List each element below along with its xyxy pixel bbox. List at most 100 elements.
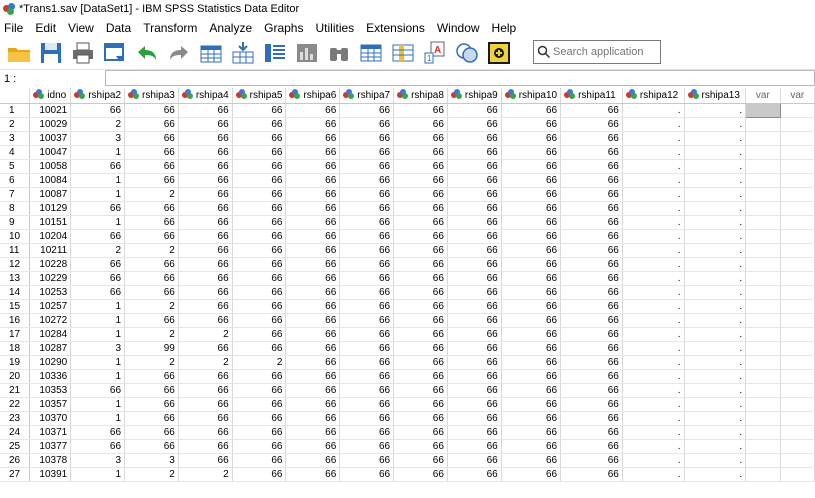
data-cell[interactable]: 1 (70, 369, 126, 384)
data-cell[interactable]: . (684, 355, 747, 370)
data-cell[interactable]: 66 (124, 271, 179, 286)
data-cell[interactable]: 66 (178, 425, 233, 440)
column-header-rshipa2[interactable]: rshipa2 (70, 88, 126, 104)
data-cell[interactable]: 66 (178, 229, 233, 244)
data-cell[interactable]: 10336 (29, 369, 72, 384)
data-cell[interactable]: 66 (339, 103, 395, 118)
data-cell[interactable]: . (684, 257, 747, 272)
empty-cell[interactable] (745, 131, 781, 146)
data-cell[interactable]: 66 (178, 117, 233, 132)
data-cell[interactable]: 66 (339, 173, 395, 188)
empty-cell[interactable] (780, 145, 815, 160)
data-cell[interactable]: . (622, 271, 685, 286)
data-cell[interactable]: 66 (232, 229, 287, 244)
empty-cell[interactable] (780, 173, 815, 188)
data-cell[interactable]: 10204 (29, 229, 72, 244)
empty-variable-header[interactable]: var (780, 88, 815, 104)
data-cell[interactable]: . (684, 145, 747, 160)
data-cell[interactable]: 66 (393, 131, 448, 146)
data-cell[interactable]: 1 (70, 187, 126, 202)
data-cell[interactable]: 66 (393, 383, 448, 398)
data-cell[interactable]: . (684, 383, 747, 398)
empty-cell[interactable] (780, 229, 815, 244)
data-cell[interactable]: . (684, 439, 747, 454)
empty-cell[interactable] (780, 341, 815, 356)
data-cell[interactable]: 66 (232, 327, 287, 342)
empty-cell[interactable] (745, 173, 781, 188)
data-cell[interactable]: 99 (124, 341, 179, 356)
data-cell[interactable]: 10151 (29, 215, 72, 230)
data-cell[interactable]: 66 (560, 257, 623, 272)
data-cell[interactable]: 66 (447, 285, 502, 300)
data-cell[interactable]: 66 (501, 439, 562, 454)
empty-cell[interactable] (780, 411, 815, 426)
data-cell[interactable]: 66 (339, 285, 395, 300)
data-cell[interactable]: 10377 (29, 439, 72, 454)
data-cell[interactable]: 66 (70, 257, 126, 272)
column-header-idno[interactable]: idno (29, 88, 72, 104)
data-cell[interactable]: 66 (501, 243, 562, 258)
data-cell[interactable]: . (622, 439, 685, 454)
data-cell[interactable]: 66 (447, 257, 502, 272)
data-cell[interactable]: 66 (393, 397, 448, 412)
data-cell[interactable]: 66 (339, 257, 395, 272)
data-cell[interactable]: 66 (560, 285, 623, 300)
data-cell[interactable]: 66 (70, 271, 126, 286)
data-cell[interactable]: . (622, 257, 685, 272)
empty-cell[interactable] (780, 355, 815, 370)
column-header-rshipa9[interactable]: rshipa9 (447, 88, 502, 104)
search-box[interactable] (533, 40, 661, 64)
data-cell[interactable]: 10211 (29, 243, 72, 258)
data-cell[interactable]: 66 (285, 103, 341, 118)
data-cell[interactable]: 66 (285, 215, 341, 230)
data-cell[interactable]: 66 (393, 299, 448, 314)
data-cell[interactable]: 66 (285, 453, 341, 468)
empty-cell[interactable] (780, 187, 815, 202)
data-cell[interactable]: 10378 (29, 453, 72, 468)
data-cell[interactable]: 66 (232, 243, 287, 258)
data-cell[interactable]: . (622, 131, 685, 146)
data-cell[interactable]: . (622, 215, 685, 230)
data-cell[interactable]: 66 (232, 215, 287, 230)
data-cell[interactable]: 66 (339, 299, 395, 314)
data-cell[interactable]: 10029 (29, 117, 72, 132)
data-cell[interactable]: 66 (501, 355, 562, 370)
data-cell[interactable]: 66 (447, 425, 502, 440)
row-number[interactable]: 22 (0, 397, 31, 412)
data-cell[interactable]: . (684, 285, 747, 300)
row-number[interactable]: 20 (0, 369, 31, 384)
data-cell[interactable]: 66 (232, 467, 287, 482)
row-number[interactable]: 6 (0, 173, 31, 188)
data-cell[interactable]: 1 (70, 467, 126, 482)
data-cell[interactable]: . (684, 397, 747, 412)
data-cell[interactable]: 66 (285, 355, 341, 370)
data-cell[interactable]: 66 (178, 201, 233, 216)
data-cell[interactable]: 66 (393, 103, 448, 118)
data-cell[interactable]: 66 (285, 173, 341, 188)
row-number[interactable]: 21 (0, 383, 31, 398)
data-cell[interactable]: 2 (124, 243, 179, 258)
data-cell[interactable]: . (622, 145, 685, 160)
data-cell[interactable]: 66 (285, 299, 341, 314)
empty-cell[interactable] (780, 327, 815, 342)
data-cell[interactable]: 66 (560, 131, 623, 146)
data-cell[interactable]: 66 (447, 145, 502, 160)
data-cell[interactable]: 10257 (29, 299, 72, 314)
data-cell[interactable]: . (622, 341, 685, 356)
empty-cell[interactable] (780, 131, 815, 146)
data-cell[interactable]: 66 (393, 467, 448, 482)
menu-data[interactable]: Data (100, 21, 137, 35)
data-cell[interactable]: 66 (70, 439, 126, 454)
empty-cell[interactable] (745, 341, 781, 356)
empty-cell[interactable] (780, 397, 815, 412)
data-cell[interactable]: 2 (124, 299, 179, 314)
empty-cell[interactable] (745, 271, 781, 286)
empty-cell[interactable] (780, 201, 815, 216)
data-cell[interactable]: 10129 (29, 201, 72, 216)
data-cell[interactable]: 66 (393, 285, 448, 300)
empty-cell[interactable] (745, 257, 781, 272)
column-header-rshipa6[interactable]: rshipa6 (285, 88, 341, 104)
data-cell[interactable]: 66 (339, 131, 395, 146)
data-cell[interactable]: 66 (339, 145, 395, 160)
data-cell[interactable]: 66 (393, 327, 448, 342)
